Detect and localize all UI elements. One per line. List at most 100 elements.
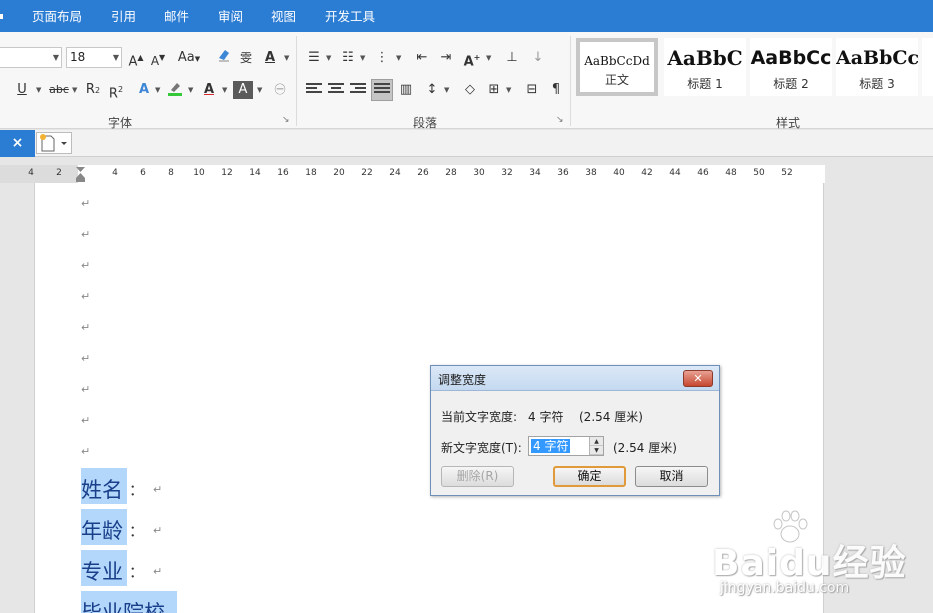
ruler-number: 24 <box>389 168 401 178</box>
ruler-number: 34 <box>529 168 541 178</box>
dialog-titlebar[interactable]: 调整宽度 ✕ <box>431 366 719 391</box>
current-width-label: 当前文字宽度: <box>441 410 518 424</box>
style-name: 标题 1 <box>687 77 723 91</box>
align-left-icon[interactable] <box>306 83 322 97</box>
font-dialog-launcher-icon[interactable]: ↘ <box>282 116 292 126</box>
field-colon: ： <box>129 481 145 499</box>
show-marks-icon[interactable]: ¶ <box>546 79 566 101</box>
horizontal-ruler[interactable]: 4 2 4 6 8 10 12 14 16 18 20 22 24 26 28 30 32 34 36 38 40 42 4… <box>0 165 825 183</box>
ruler-number: 16 <box>277 168 289 178</box>
increase-indent-icon[interactable]: ⇥ <box>436 47 456 69</box>
style-name: 标题 3 <box>859 77 895 91</box>
paragraph-mark: ↵ <box>153 565 163 578</box>
sort-icon[interactable]: ↓ <box>528 47 548 69</box>
style-heading-2[interactable]: AaBbCc 标题 2 <box>750 38 832 96</box>
tab-stop-icon[interactable]: ⊥ <box>502 47 522 69</box>
menu-page-layout[interactable]: 页面布局 <box>32 0 82 32</box>
menu-mailings[interactable]: 邮件 <box>164 0 189 32</box>
bullets-icon[interactable]: ☰ <box>304 47 324 69</box>
field-label[interactable]: 毕业院校 <box>81 591 177 613</box>
distributed-icon[interactable]: ▥ <box>396 79 416 101</box>
ruler-number: 50 <box>753 168 765 178</box>
field-label[interactable]: 姓名 <box>81 468 127 504</box>
ruler-number: 4 <box>28 168 34 178</box>
subscript-icon[interactable]: R2 <box>83 79 103 101</box>
chevron-down-icon[interactable]: ▼ <box>506 79 511 101</box>
char-shading-icon[interactable]: A <box>233 81 253 99</box>
chevron-down-icon[interactable]: ▼ <box>188 79 193 101</box>
superscript-icon[interactable]: R2 <box>106 79 126 101</box>
clear-format-icon[interactable] <box>214 47 234 69</box>
chevron-down-icon[interactable]: ▼ <box>257 79 262 101</box>
strikethrough-icon[interactable]: abc <box>46 79 72 101</box>
chevron-down-icon[interactable]: ▼ <box>486 47 491 69</box>
paragraph-mark: ↵ <box>153 524 163 537</box>
grow-font-icon[interactable]: A▲ <box>126 47 146 69</box>
change-case-icon[interactable]: Aa▼ <box>176 47 202 69</box>
paragraph-mark: ↵ <box>81 290 91 303</box>
ok-button[interactable]: 确定 <box>553 466 626 487</box>
style-preview: AaBbC <box>667 46 743 70</box>
numbering-icon[interactable]: ☷ <box>338 47 358 69</box>
chevron-down-icon[interactable]: ▼ <box>326 47 331 69</box>
char-border-icon[interactable]: A <box>260 47 280 69</box>
menu-references[interactable]: 引用 <box>111 0 136 32</box>
menu-review[interactable]: 审阅 <box>218 0 243 32</box>
font-color-icon[interactable]: A <box>199 79 219 101</box>
field-label[interactable]: 年龄 <box>81 509 127 545</box>
underline-icon[interactable]: U <box>12 79 32 101</box>
chevron-down-icon[interactable]: ▼ <box>72 79 77 101</box>
phonetic-guide-icon[interactable]: 雯 <box>236 47 256 69</box>
font-size-combo[interactable]: 18 ▼ <box>66 47 122 68</box>
ruler-number: 10 <box>193 168 205 178</box>
text-effects-icon[interactable]: A <box>134 79 154 101</box>
align-right-icon[interactable] <box>350 83 366 97</box>
ruler-number: 46 <box>697 168 709 178</box>
spin-up-icon[interactable]: ▲ <box>590 437 603 446</box>
close-tab-icon[interactable]: × <box>0 130 35 157</box>
ruler-number: 8 <box>168 168 174 178</box>
chevron-down-icon[interactable]: ▼ <box>360 47 365 69</box>
style-normal[interactable]: AaBbCcDd 正文 <box>576 38 658 96</box>
current-width-value: 4 字符 <box>528 410 564 424</box>
chevron-down-icon[interactable]: ▼ <box>36 79 41 101</box>
menu-developer[interactable]: 开发工具 <box>325 0 375 32</box>
close-icon[interactable]: ✕ <box>683 370 713 387</box>
chevron-down-icon[interactable]: ▼ <box>444 79 449 101</box>
shrink-font-icon[interactable]: A▼ <box>148 47 168 69</box>
chevron-down-icon[interactable]: ▼ <box>155 79 160 101</box>
delete-button[interactable]: 删除(R) <box>441 466 514 487</box>
cancel-button[interactable]: 取消 <box>635 466 708 487</box>
paragraph-mark: ↵ <box>81 228 91 241</box>
chevron-down-icon[interactable]: ▼ <box>396 47 401 69</box>
paragraph-dialog-launcher-icon[interactable]: ↘ <box>556 116 566 126</box>
enclose-char-icon[interactable]: ㊀ <box>270 79 290 101</box>
indent-marker-icon[interactable] <box>76 167 85 183</box>
spin-down-icon[interactable]: ▼ <box>590 446 603 455</box>
decrease-indent-icon[interactable]: ⇤ <box>412 47 432 69</box>
para-settings-icon[interactable]: ⊟ <box>522 79 542 101</box>
multilevel-list-icon[interactable]: ⋮ <box>372 47 392 69</box>
font-name-combo[interactable]: ▼ <box>0 47 62 68</box>
style-preview: AaBbCc <box>836 47 918 69</box>
menu-view[interactable]: 视图 <box>271 0 296 32</box>
new-document-button[interactable] <box>36 132 72 154</box>
align-center-icon[interactable] <box>328 83 344 97</box>
char-scaling-icon[interactable]: A+ <box>462 47 482 69</box>
justify-icon <box>374 83 390 97</box>
line-spacing-icon[interactable]: ↕ <box>422 79 442 101</box>
chevron-down-icon[interactable]: ▼ <box>222 79 227 101</box>
style-next-partial[interactable] <box>922 38 933 96</box>
new-width-spinner[interactable]: ▲ ▼ <box>589 437 603 455</box>
chevron-down-icon[interactable]: ▼ <box>284 47 289 69</box>
highlight-icon[interactable] <box>165 79 185 101</box>
ruler-number: 52 <box>781 168 793 178</box>
field-label[interactable]: 专业 <box>81 550 127 586</box>
paragraph-mark: ↵ <box>81 352 91 365</box>
styles-gallery: AaBbCcDd 正文 AaBbC 标题 1 AaBbCc 标题 2 AaBbC… <box>576 36 933 102</box>
style-heading-1[interactable]: AaBbC 标题 1 <box>664 38 746 96</box>
justify-button[interactable] <box>371 79 393 101</box>
style-heading-3[interactable]: AaBbCc 标题 3 <box>836 38 918 96</box>
shading-icon[interactable]: ◇ <box>460 79 480 101</box>
borders-icon[interactable]: ⊞ <box>484 79 504 101</box>
